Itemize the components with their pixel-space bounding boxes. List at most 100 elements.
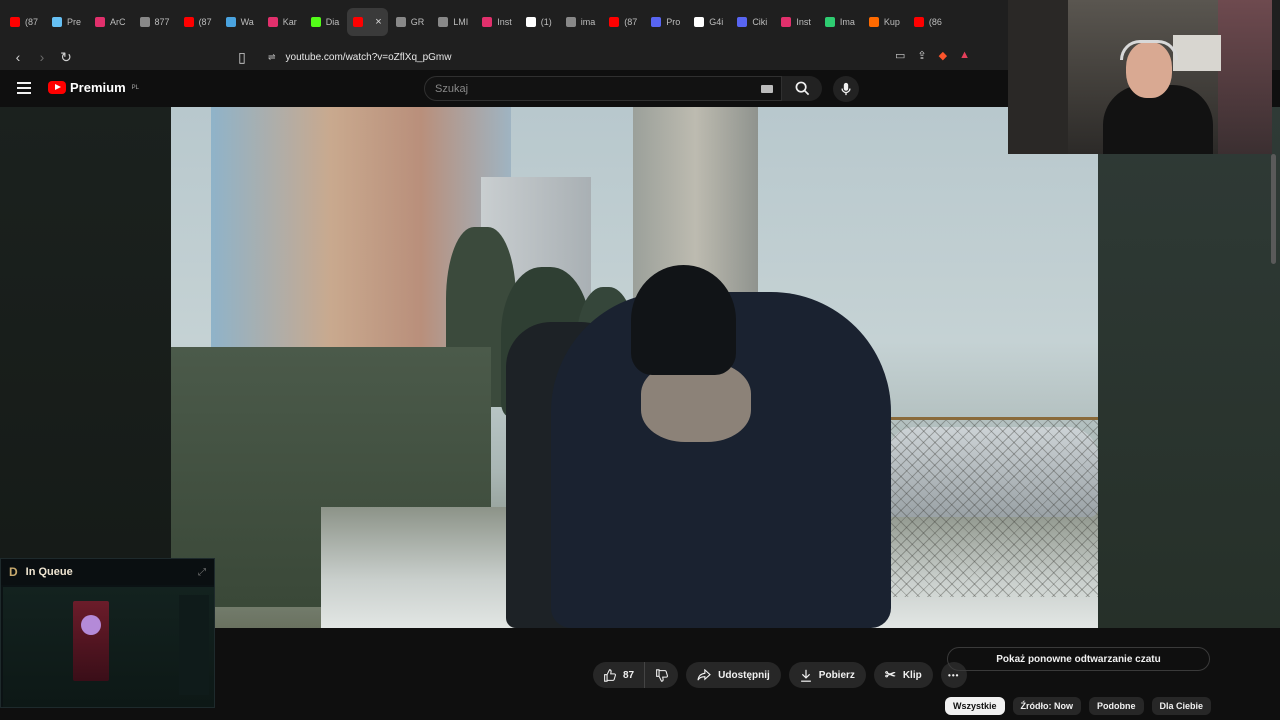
- youtube-premium-logo[interactable]: Premium PL: [48, 80, 139, 95]
- browser-tab[interactable]: ×: [347, 8, 388, 36]
- tab-favicon-icon: [609, 17, 620, 27]
- chat-replay-label: Pokaż ponowne odtwarzanie czatu: [996, 653, 1161, 665]
- tab-label: G4i: [709, 17, 724, 27]
- chip-all[interactable]: Wszystkie: [945, 697, 1005, 715]
- tab-label: Dia: [325, 17, 340, 27]
- tab-favicon-icon: [482, 17, 493, 27]
- cast-icon[interactable]: ▭: [895, 49, 905, 62]
- browser-tab[interactable]: (87: [603, 8, 643, 36]
- league-logo-icon: D: [9, 565, 18, 579]
- tab-favicon-icon: [310, 17, 321, 27]
- tab-label: Inst: [796, 17, 811, 27]
- youtube-play-icon: [48, 81, 66, 94]
- browser-tab[interactable]: Inst: [775, 8, 817, 36]
- brave-rewards-icon[interactable]: ▲: [959, 49, 970, 62]
- tab-label: Wa: [240, 17, 254, 27]
- browser-tab[interactable]: (87: [178, 8, 218, 36]
- expand-icon[interactable]: ⤢: [198, 567, 206, 578]
- tab-favicon-icon: [824, 17, 835, 27]
- browser-tab[interactable]: Ciki: [731, 8, 773, 36]
- address-actions: ▭ ⇪ ◆ ▲: [895, 49, 970, 62]
- tab-favicon-icon: [868, 17, 879, 27]
- tab-label: (87: [25, 17, 39, 27]
- browser-tab[interactable]: (87: [4, 8, 44, 36]
- browser-tab[interactable]: Kup: [863, 8, 906, 36]
- share-button[interactable]: Udostępnij: [686, 662, 781, 688]
- video-beanie: [631, 265, 736, 375]
- browser-tab[interactable]: ArC: [89, 8, 132, 36]
- browser-tab[interactable]: Dia: [305, 8, 346, 36]
- logo-region: PL: [131, 84, 139, 91]
- browser-tab[interactable]: 877: [134, 8, 176, 36]
- bookmark-icon[interactable]: ▯: [232, 49, 252, 66]
- clip-label: Klip: [902, 669, 922, 681]
- tab-favicon-icon: [52, 17, 63, 27]
- streamer-webcam: [1008, 0, 1272, 154]
- browser-tab[interactable]: Inst: [476, 8, 518, 36]
- browser-tab[interactable]: (86: [908, 8, 948, 36]
- webcam-background-left: [1008, 0, 1068, 154]
- rank-emblem-icon: [81, 615, 101, 635]
- site-info-icon[interactable]: ⇌: [268, 52, 276, 63]
- browser-tab[interactable]: LMI: [432, 8, 474, 36]
- keyboard-icon[interactable]: [761, 85, 773, 93]
- browser-tab[interactable]: Pre: [46, 8, 87, 36]
- browser-tab[interactable]: GR: [390, 8, 431, 36]
- tab-label: (1): [540, 17, 552, 27]
- chip-for-you[interactable]: Dla Ciebie: [1151, 697, 1212, 715]
- browser-tab[interactable]: Wa: [220, 8, 260, 36]
- clip-button[interactable]: ✂ Klip: [873, 662, 933, 688]
- scissors-icon: ✂: [884, 667, 896, 682]
- share-page-icon[interactable]: ⇪: [917, 49, 926, 62]
- league-client-preview: [3, 587, 214, 707]
- tab-label: Ciki: [752, 17, 768, 27]
- share-label: Udostępnij: [718, 669, 770, 681]
- chip-label: Podobne: [1097, 701, 1136, 711]
- reload-icon[interactable]: ↻: [56, 49, 76, 66]
- tab-label: (87: [624, 17, 638, 27]
- download-label: Pobierz: [818, 669, 855, 681]
- browser-tab[interactable]: (1): [520, 8, 558, 36]
- tab-favicon-icon: [183, 17, 194, 27]
- more-icon: •••: [948, 670, 960, 680]
- search-input[interactable]: Szukaj: [424, 76, 782, 101]
- chip-similar[interactable]: Podobne: [1089, 697, 1144, 715]
- chip-source[interactable]: Źródło: Now: [1012, 697, 1082, 715]
- webcam-poster: [1173, 35, 1221, 71]
- like-count: 87: [623, 669, 635, 681]
- chip-label: Dla Ciebie: [1159, 701, 1204, 711]
- back-icon[interactable]: ‹: [8, 49, 28, 65]
- brave-shield-icon[interactable]: ◆: [939, 49, 947, 62]
- tab-favicon-icon: [10, 17, 20, 27]
- queue-header: D In Queue ⤢: [1, 559, 214, 585]
- ambient-left: [0, 107, 171, 628]
- browser-tab[interactable]: Ima: [819, 8, 861, 36]
- like-button[interactable]: 87: [593, 662, 646, 688]
- tab-label: Kar: [282, 17, 297, 27]
- video-actions: 87 Udostępnij Pobierz ✂ Klip •••: [593, 662, 967, 688]
- tab-label: Pre: [67, 17, 82, 27]
- recommendation-chips: Wszystkie Źródło: Now Podobne Dla Ciebie: [945, 697, 1212, 715]
- dislike-button[interactable]: [645, 662, 678, 688]
- search-button[interactable]: [782, 76, 822, 101]
- page-scrollbar[interactable]: [1271, 154, 1276, 264]
- ambient-right: [1098, 107, 1280, 628]
- logo-text: Premium: [70, 80, 126, 95]
- tab-favicon-icon: [737, 17, 748, 27]
- forward-icon[interactable]: ›: [32, 49, 52, 65]
- tab-close-icon[interactable]: ×: [375, 16, 381, 28]
- browser-tab[interactable]: G4i: [688, 8, 729, 36]
- browser-tab[interactable]: ima: [560, 8, 602, 36]
- tab-label: Ima: [839, 17, 855, 27]
- menu-icon[interactable]: [17, 82, 31, 94]
- video-player[interactable]: [171, 107, 1098, 628]
- browser-tab[interactable]: Kar: [262, 8, 303, 36]
- voice-search-button[interactable]: [833, 76, 859, 102]
- show-chat-replay-button[interactable]: Pokaż ponowne odtwarzanie czatu: [947, 647, 1210, 671]
- download-button[interactable]: Pobierz: [788, 662, 866, 688]
- browser-tab[interactable]: Pro: [645, 8, 686, 36]
- search-placeholder: Szukaj: [435, 82, 469, 95]
- champion-banner: [73, 601, 109, 681]
- tab-favicon-icon: [353, 17, 364, 27]
- headphones-icon: [1120, 40, 1178, 60]
